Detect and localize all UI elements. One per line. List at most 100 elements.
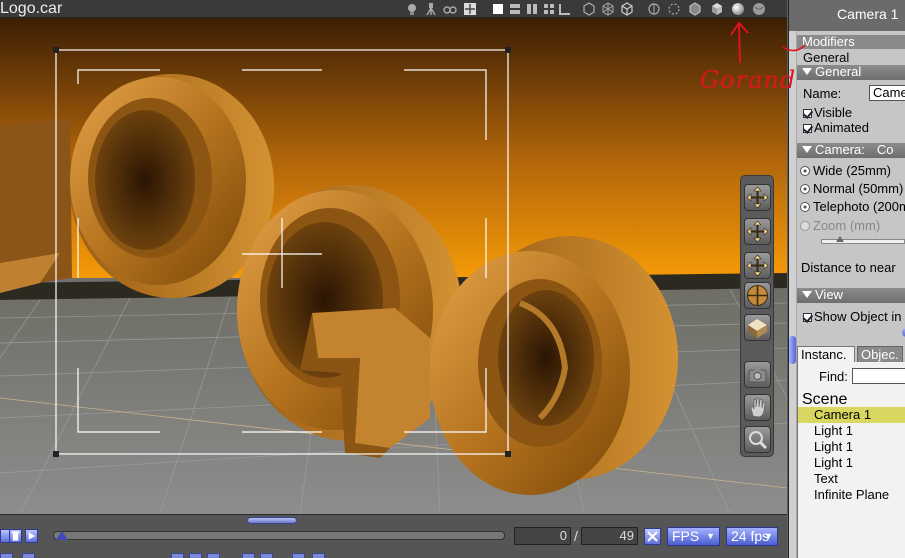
viewport-toolbar: Logo.car xyxy=(0,0,787,18)
name-input[interactable]: Camera 1 xyxy=(869,85,905,101)
panel-splitter[interactable] xyxy=(798,328,905,338)
textured-sphere-icon[interactable] xyxy=(752,2,766,16)
fps-mode-dropdown[interactable]: FPS ▼ xyxy=(667,527,720,546)
play-button[interactable] xyxy=(25,529,38,543)
collapse-triangle-icon xyxy=(802,146,812,153)
show-object-checkbox-row[interactable]: Show Object in xyxy=(803,309,901,324)
general-header-label: General xyxy=(815,65,862,79)
tree-item-light[interactable]: Light 1 xyxy=(798,423,905,439)
modifiers-header[interactable]: Modifiers xyxy=(797,35,905,49)
show-object-checkbox[interactable] xyxy=(803,313,812,322)
camera-navigation-toolbar xyxy=(740,175,774,457)
chevron-down-icon: ▼ xyxy=(764,531,773,541)
lens-normal-radio[interactable] xyxy=(800,184,810,194)
lens-zoom-option[interactable]: Zoom (mm) xyxy=(800,218,880,233)
split-vertical-layout-icon[interactable] xyxy=(525,2,539,16)
timeline-tool-button[interactable] xyxy=(312,553,325,558)
solid-cube-shading-icon[interactable] xyxy=(710,2,724,16)
total-frames-field[interactable]: 49 xyxy=(581,527,638,545)
panel-left-strip xyxy=(789,31,797,558)
tree-item-camera[interactable]: Camera 1 xyxy=(798,407,905,423)
current-frame-field[interactable]: 0 xyxy=(514,527,571,545)
lens-normal-label: Normal (50mm) xyxy=(813,181,904,196)
animated-label: Animated xyxy=(814,120,869,135)
flat-shading-icon[interactable] xyxy=(688,2,702,16)
tab-instances[interactable]: Instanc. xyxy=(797,346,855,363)
zoom-button[interactable] xyxy=(744,426,771,453)
fps-value-dropdown[interactable]: 24 fps ▼ xyxy=(726,527,778,546)
four-way-arrows-icon xyxy=(746,220,769,243)
animated-checkbox[interactable] xyxy=(803,124,812,133)
four-way-arrows-icon xyxy=(746,254,769,277)
camera-section-header[interactable]: Camera: Co xyxy=(797,143,905,158)
wireframe-shading-icon[interactable] xyxy=(601,2,615,16)
delete-keyframe-button[interactable] xyxy=(9,529,22,543)
lens-zoom-radio[interactable] xyxy=(800,221,810,231)
visible-checkbox[interactable] xyxy=(803,109,812,118)
close-x-icon xyxy=(647,531,658,542)
zoom-slider-knob[interactable] xyxy=(836,236,844,242)
move-camera-xy-button[interactable] xyxy=(744,184,771,211)
tripod-icon[interactable] xyxy=(424,2,438,16)
camera-icon xyxy=(748,367,767,383)
find-label: Find: xyxy=(819,369,848,384)
light-bulb-icon[interactable] xyxy=(405,2,419,16)
camera-button[interactable] xyxy=(744,361,771,388)
camera-orientation-button[interactable] xyxy=(744,314,771,341)
3d-viewport[interactable]: Logo.car xyxy=(0,0,787,514)
lens-normal-option[interactable]: Normal (50mm) xyxy=(800,181,903,196)
tree-item-infinite-plane[interactable]: Infinite Plane xyxy=(798,487,905,503)
lens-telephoto-radio[interactable] xyxy=(800,202,810,212)
pan-hand-button[interactable] xyxy=(744,394,771,421)
timeline-tool-button[interactable] xyxy=(0,553,13,558)
timeline-tool-button[interactable] xyxy=(22,553,35,558)
lit-wireframe-icon[interactable] xyxy=(647,2,661,16)
move-arrows-icon[interactable] xyxy=(463,2,477,16)
cube-face-icon xyxy=(748,319,767,338)
rotate-camera-button[interactable] xyxy=(744,282,771,309)
timeline-expand-handle[interactable] xyxy=(247,517,297,524)
lens-telephoto-option[interactable]: Telephoto (200mm) xyxy=(800,199,905,214)
view-section-header[interactable]: View xyxy=(797,288,905,303)
general-section-header[interactable]: General xyxy=(797,65,905,80)
tree-item-light[interactable]: Light 1 xyxy=(798,439,905,455)
lens-zoom-label: Zoom (mm) xyxy=(813,218,881,233)
tab-objects[interactable]: Objec. xyxy=(857,346,903,363)
lens-wide-radio[interactable] xyxy=(800,166,810,176)
magnifier-icon xyxy=(749,431,768,450)
scene-render[interactable] xyxy=(0,18,787,514)
panel-collapse-handle[interactable] xyxy=(789,336,796,364)
hidden-line-shading-icon[interactable] xyxy=(620,2,634,16)
general-tab[interactable]: General xyxy=(803,50,849,65)
timeline-tool-button[interactable] xyxy=(207,553,220,558)
modifiers-header-label: Modifiers xyxy=(802,35,855,49)
camera-header-value: Co xyxy=(876,143,894,157)
visible-checkbox-row[interactable]: Visible xyxy=(803,105,852,120)
tree-item-light[interactable]: Light 1 xyxy=(798,455,905,471)
move-camera-yz-button[interactable] xyxy=(744,252,771,279)
timeline-tool-button[interactable] xyxy=(189,553,202,558)
dotted-sphere-icon[interactable] xyxy=(667,2,681,16)
bounding-box-shading-icon[interactable] xyxy=(582,2,596,16)
timeline-playhead[interactable] xyxy=(56,531,68,540)
timeline-tool-button[interactable] xyxy=(292,553,305,558)
animated-checkbox-row[interactable]: Animated xyxy=(803,120,869,135)
timeline-tool-button[interactable] xyxy=(260,553,273,558)
move-camera-xz-button[interactable] xyxy=(744,218,771,245)
fps-toggle-button[interactable] xyxy=(644,528,661,545)
timeline-scrubber[interactable] xyxy=(53,531,505,540)
chevron-down-icon: ▼ xyxy=(706,531,715,541)
corner-layout-icon[interactable] xyxy=(558,2,572,16)
find-input[interactable] xyxy=(852,368,905,384)
zoom-slider[interactable] xyxy=(821,236,905,244)
quad-layout-icon[interactable] xyxy=(542,2,556,16)
glasses-icon[interactable] xyxy=(443,2,457,16)
timeline-tool-button[interactable] xyxy=(242,553,255,558)
single-view-layout-icon[interactable] xyxy=(491,2,505,16)
split-horizontal-layout-icon[interactable] xyxy=(508,2,522,16)
gouraud-shading-icon[interactable] xyxy=(731,2,745,16)
lens-wide-option[interactable]: Wide (25mm) xyxy=(800,163,891,178)
tree-item-text[interactable]: Text xyxy=(798,471,905,487)
timeline-tool-button[interactable] xyxy=(171,553,184,558)
document-title: Logo.car xyxy=(0,0,63,17)
